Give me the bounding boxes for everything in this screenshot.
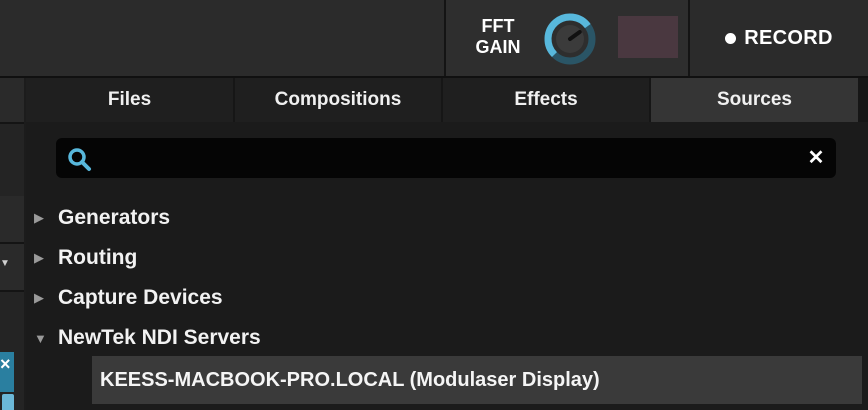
fft-label-line1: FFT [481,16,515,36]
record-dot-icon [725,32,737,44]
tab-label: Compositions [274,89,402,110]
color-swatch[interactable] [618,16,678,58]
record-label: RECORD [744,26,833,49]
ndi-source-label: KEESS-MACBOOK-PRO.LOCAL (Modulaser Displ… [100,368,600,391]
tab-label: Sources [717,89,792,110]
collapse-arrow-icon: ▼ [34,330,47,346]
tab-effects[interactable]: Effects [443,78,649,122]
expand-arrow-icon: ▶ [34,210,44,225]
tree-item-label: NewTek NDI Servers [58,326,261,349]
tree-item-newtek-ndi-servers[interactable]: ▼ NewTek NDI Servers [28,318,868,358]
tree-item-label: Routing [58,246,138,269]
tree-item-label: Capture Devices [58,286,223,309]
tree-item-capture-devices[interactable]: ▶ Capture Devices [28,278,868,318]
top-toolbar-area [0,0,446,76]
tree-child-ndi-source[interactable]: KEESS-MACBOOK-PRO.LOCAL (Modulaser Displ… [92,356,862,404]
browser-tabs: Files Compositions Effects Sources [26,78,868,122]
left-panel-row[interactable] [0,196,24,244]
chevron-down-icon[interactable]: ▼ [0,258,10,269]
fft-gain-knob[interactable] [542,11,598,67]
search-icon [68,148,91,171]
tree-item-label: Generators [58,206,171,229]
tree-item-generators[interactable]: ▶ Generators [28,198,868,238]
tab-sources[interactable]: Sources [651,78,858,122]
left-panel-tab[interactable] [0,78,24,124]
tab-label: Effects [514,89,578,110]
expand-arrow-icon: ▶ [34,290,44,305]
record-button[interactable]: RECORD [690,0,868,76]
tab-compositions[interactable]: Compositions [235,78,441,122]
tab-label: Files [107,89,152,110]
tree-item-routing[interactable]: ▶ Routing [28,238,868,278]
close-icon[interactable]: × [0,354,11,375]
tab-files[interactable]: Files [26,78,233,122]
fft-label-line2: GAIN [475,37,521,57]
clear-search-icon[interactable]: ✕ [804,146,828,170]
search-input[interactable] [104,142,798,176]
left-panel-button[interactable] [2,394,14,410]
fft-gain-label: FFT GAIN [470,16,526,58]
expand-arrow-icon: ▶ [34,250,44,265]
